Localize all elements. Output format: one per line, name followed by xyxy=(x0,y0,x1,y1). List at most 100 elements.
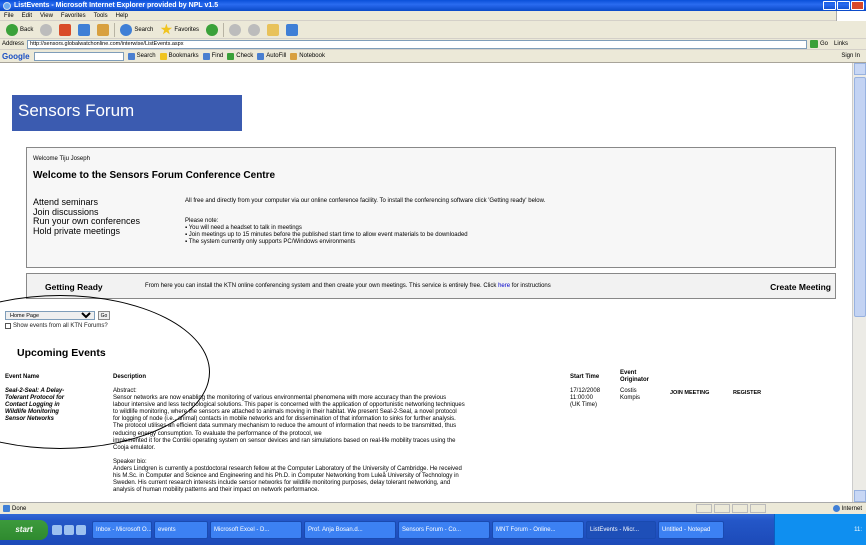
scroll-thumb[interactable] xyxy=(854,77,866,317)
taskbar: start Inbox - Microsoft O... events Micr… xyxy=(0,514,866,545)
refresh-icon xyxy=(78,23,91,36)
status-panes xyxy=(696,504,766,513)
forward-button[interactable] xyxy=(38,23,54,37)
create-meeting-link[interactable]: Create Meeting xyxy=(770,282,831,292)
check-button[interactable]: Check xyxy=(227,52,254,60)
back-arrow-icon xyxy=(6,23,18,36)
browser-toolbar: Back Search Favorites xyxy=(0,21,866,39)
maximize-button[interactable] xyxy=(837,1,850,10)
research-button[interactable] xyxy=(284,23,300,37)
menu-favorites[interactable]: Favorites xyxy=(61,13,86,19)
forward-arrow-icon xyxy=(40,23,53,36)
instructions-link[interactable]: here xyxy=(498,283,510,289)
task-events[interactable]: events xyxy=(154,520,208,539)
task-mnt-forum[interactable]: MNT Forum - Online... xyxy=(492,520,584,539)
note-item: You will need a headset to talk in meeti… xyxy=(185,225,468,232)
desc-line: analysis of human mobility patterns and … xyxy=(113,487,320,494)
find-button[interactable]: Find xyxy=(202,52,223,60)
start-line: 11:00:00 xyxy=(570,395,593,402)
ie-icon xyxy=(3,1,11,10)
folder-button[interactable] xyxy=(265,23,281,37)
feature-list: Attend seminars Join discussions Run you… xyxy=(33,197,140,236)
scroll-up-button[interactable] xyxy=(854,63,866,75)
search-button[interactable]: Search xyxy=(118,23,155,37)
join-meeting-link[interactable]: JOIN MEETING xyxy=(670,390,709,397)
favorites-label: Favorites xyxy=(174,26,200,33)
spellcheck-icon xyxy=(227,52,235,60)
desc-line: The protocol utilises an efficient data … xyxy=(113,423,457,430)
favorites-button[interactable]: Favorites xyxy=(158,23,201,37)
autofill-button[interactable]: AutoFill xyxy=(257,52,286,60)
links-button[interactable]: Links xyxy=(834,41,848,47)
search-label: Search xyxy=(134,26,154,33)
toolbar-separator xyxy=(114,22,116,37)
zone-label: Internet xyxy=(841,505,862,512)
address-bar: Address http://sensors.globalwatchonline… xyxy=(0,39,866,50)
google-search-button[interactable]: Search xyxy=(127,52,156,60)
desc-line: implemented it for the Contiki operating… xyxy=(113,437,456,444)
print-button[interactable] xyxy=(246,23,262,37)
start-button[interactable]: start xyxy=(0,519,48,540)
event-start-time: 17/12/2008 11:00:00 (UK Time) xyxy=(570,388,618,409)
register-link[interactable]: REGISTER xyxy=(733,390,761,397)
quicklaunch-icon[interactable] xyxy=(52,524,62,535)
go-label: Go xyxy=(820,41,829,47)
task-excel[interactable]: Microsoft Excel - D... xyxy=(210,520,302,539)
home-button[interactable] xyxy=(95,23,111,37)
getting-ready-panel: Getting Ready From here you can install … xyxy=(26,273,836,299)
menu-view[interactable]: View xyxy=(40,13,53,19)
back-button[interactable]: Back xyxy=(4,23,35,37)
task-word[interactable]: Prof. Anja Bosan.d... xyxy=(304,520,396,539)
quicklaunch-icon[interactable] xyxy=(76,524,86,535)
windows-logo-icon xyxy=(836,11,866,21)
note-item: The system currently only supports PC/Wi… xyxy=(185,239,468,246)
stop-button[interactable] xyxy=(57,23,73,37)
google-search-input[interactable] xyxy=(33,51,124,61)
vertical-scrollbar[interactable] xyxy=(852,63,866,502)
quicklaunch-icon[interactable] xyxy=(64,524,74,535)
research-icon xyxy=(286,23,299,36)
desc-line: reducing energy consumption. To evaluate… xyxy=(113,430,322,437)
desc-line: Speaker bio: xyxy=(113,458,147,465)
status-text: Done xyxy=(12,505,27,512)
notebook-button[interactable]: Notebook xyxy=(290,52,325,60)
header-start-time: Start Time xyxy=(570,374,600,380)
sign-in-link[interactable]: Sign In xyxy=(841,53,860,59)
event-originator: Costis Kompis xyxy=(620,388,660,402)
bookmarks-label: Bookmarks xyxy=(168,53,199,59)
stop-icon xyxy=(59,23,72,36)
task-sensors-forum[interactable]: Sensors Forum - Co... xyxy=(398,520,490,539)
notebook-icon xyxy=(290,52,298,60)
status-bar: Done Internet xyxy=(0,502,866,514)
status-pane xyxy=(714,504,730,513)
task-notepad[interactable]: Untitled - Notepad xyxy=(658,520,724,539)
bookmarks-button[interactable]: Bookmarks xyxy=(159,52,199,60)
back-label: Back xyxy=(20,26,34,33)
address-input[interactable]: http://sensors.globalwatchonline.com/int… xyxy=(27,39,808,49)
media-button[interactable] xyxy=(204,23,220,37)
header-originator: Event Originator xyxy=(620,370,650,383)
media-icon xyxy=(206,23,219,36)
go-button[interactable]: Go xyxy=(810,40,828,48)
task-inbox[interactable]: Inbox - Microsoft O... xyxy=(92,520,152,539)
status-pane xyxy=(732,504,748,513)
minimize-button[interactable] xyxy=(823,1,836,10)
notes: Please note: You will need a headset to … xyxy=(185,218,468,246)
check-label: Check xyxy=(236,53,254,59)
scroll-down-button[interactable] xyxy=(854,490,866,502)
start-line: (UK Time) xyxy=(570,402,597,409)
refresh-button[interactable] xyxy=(76,23,92,37)
google-search-label: Search xyxy=(136,53,156,59)
task-listevents[interactable]: ListEvents - Micr... xyxy=(586,520,656,539)
menu-edit[interactable]: Edit xyxy=(22,13,32,19)
menu-help[interactable]: Help xyxy=(116,13,128,19)
mail-button[interactable] xyxy=(227,23,243,37)
close-button[interactable] xyxy=(851,1,864,10)
mail-icon xyxy=(229,23,242,36)
internet-zone-icon xyxy=(832,505,840,512)
welcome-user: Welcome Tiju Joseph xyxy=(33,156,90,162)
getting-ready-link[interactable]: Getting Ready xyxy=(45,282,103,292)
desc-line: for logging of node (i.e., animal) conta… xyxy=(113,416,456,423)
menu-tools[interactable]: Tools xyxy=(94,13,108,19)
menu-file[interactable]: File xyxy=(4,13,14,19)
